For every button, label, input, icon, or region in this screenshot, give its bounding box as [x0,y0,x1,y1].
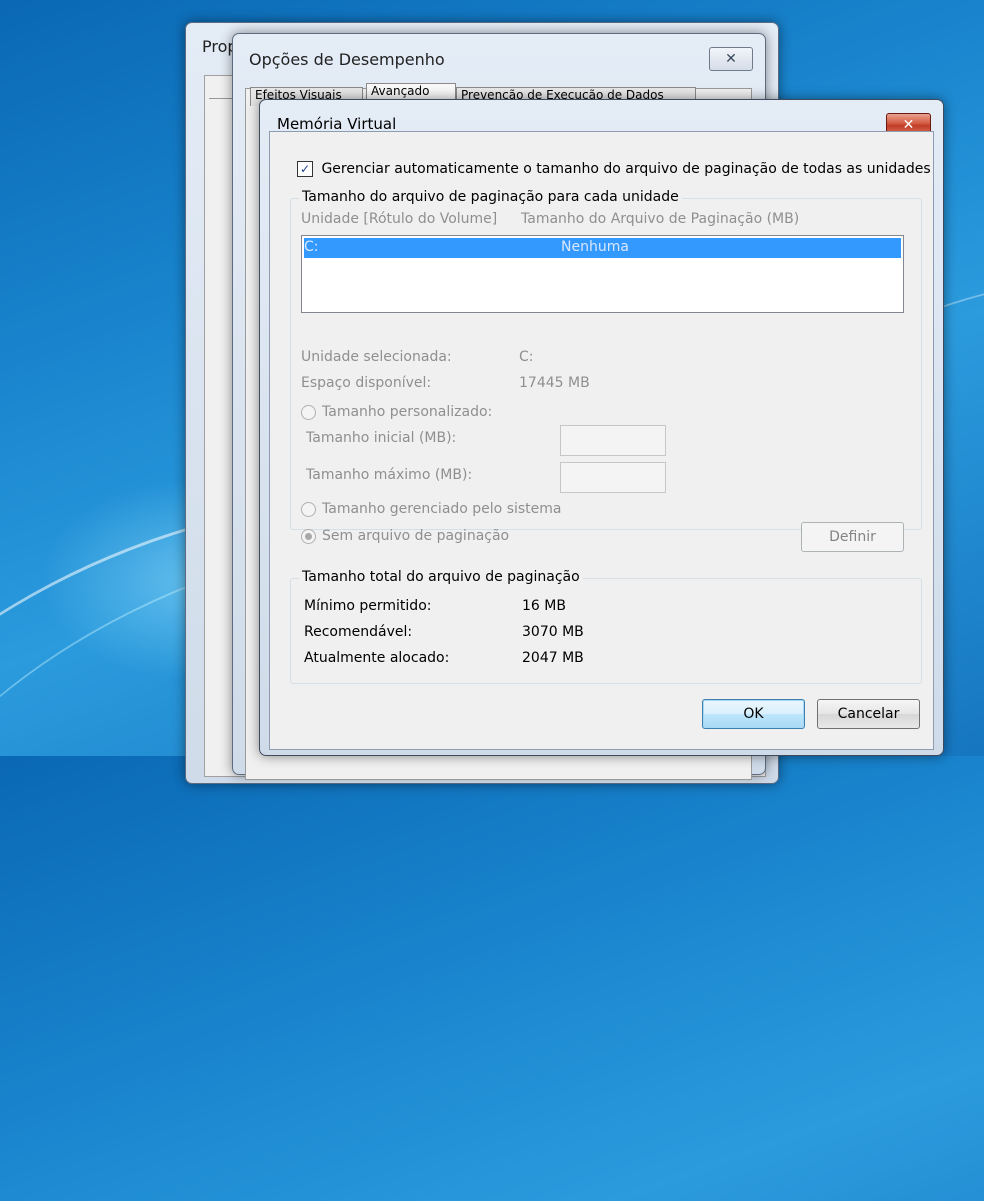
auto-manage-option[interactable]: ✓ Gerenciar automaticamente o tamanho do… [297,161,931,177]
cancel-button[interactable]: Cancelar [817,699,920,729]
column-header-size: Tamanho do Arquivo de Paginação (MB) [521,211,800,227]
auto-manage-checkbox[interactable]: ✓ [297,161,313,177]
free-space-label: Espaço disponível: [301,375,432,391]
drive-list[interactable]: C: Nenhuma [301,235,904,313]
allocated-label: Atualmente alocado: [304,650,450,666]
no-paging-radio[interactable] [301,528,316,544]
custom-size-option[interactable]: Tamanho personalizado: [301,404,492,420]
checkmark-icon: ✓ [299,162,311,176]
drive-cell: C: [304,239,319,255]
size-cell: Nenhuma [561,239,629,255]
ok-button[interactable]: OK [702,699,805,729]
initial-size-input[interactable] [560,425,666,456]
system-managed-option[interactable]: Tamanho gerenciado pelo sistema [301,501,562,517]
min-allowed-label: Mínimo permitido: [304,598,432,614]
virtual-memory-dialog: Memória Virtual ✕ ✓ Gerenciar automatica… [259,99,944,756]
no-paging-option[interactable]: Sem arquivo de paginação [301,528,509,544]
no-paging-label: Sem arquivo de paginação [322,528,510,544]
column-header-drive: Unidade [Rótulo do Volume] [301,211,498,227]
max-size-input[interactable] [560,462,666,493]
system-managed-label: Tamanho gerenciado pelo sistema [322,501,562,517]
close-icon: ✕ [725,51,737,67]
recommended-label: Recomendável: [304,624,413,640]
selected-drive-label: Unidade selecionada: [301,349,452,365]
recommended-value: 3070 MB [522,624,584,640]
system-managed-radio[interactable] [301,501,316,517]
min-allowed-value: 16 MB [522,598,566,614]
free-space-value: 17445 MB [519,375,590,391]
group-label: Tamanho total do arquivo de paginação [299,569,583,585]
close-button[interactable]: ✕ [709,47,753,71]
group-label: Tamanho do arquivo de paginação para cad… [299,189,682,205]
list-item[interactable]: C: Nenhuma [304,238,901,258]
window-title: Opções de Desempenho [249,50,445,69]
max-size-label: Tamanho máximo (MB): [306,467,473,483]
auto-manage-label: Gerenciar automaticamente o tamanho do a… [321,161,931,177]
selected-drive-value: C: [519,349,534,365]
initial-size-label: Tamanho inicial (MB): [306,430,457,446]
custom-size-radio[interactable] [301,404,316,420]
dialog-client: ✓ Gerenciar automaticamente o tamanho do… [269,131,934,750]
allocated-value: 2047 MB [522,650,584,666]
custom-size-label: Tamanho personalizado: [322,404,493,420]
set-button[interactable]: Definir [801,522,904,552]
